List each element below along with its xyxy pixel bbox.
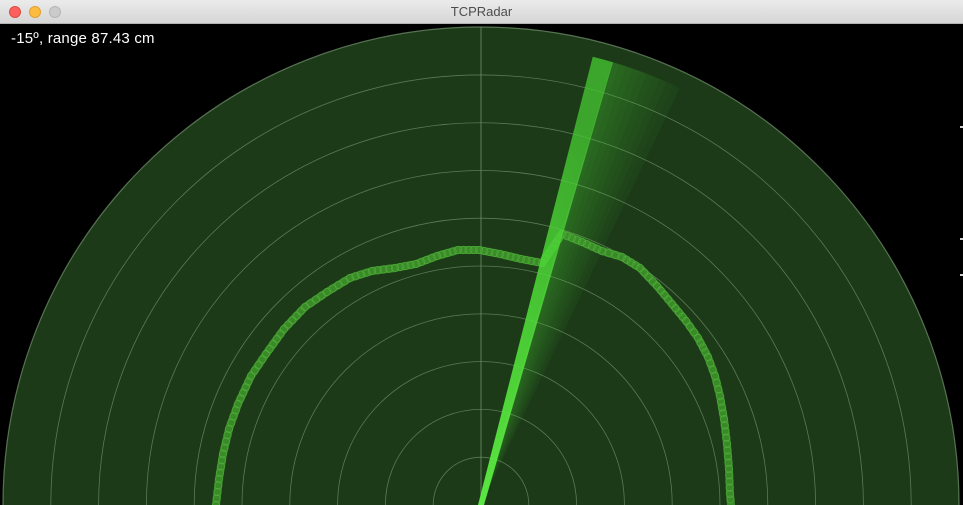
edge-artifacts xyxy=(960,126,963,276)
app-window: TCPRadar -15º, range 87.43 cm xyxy=(0,0,963,505)
